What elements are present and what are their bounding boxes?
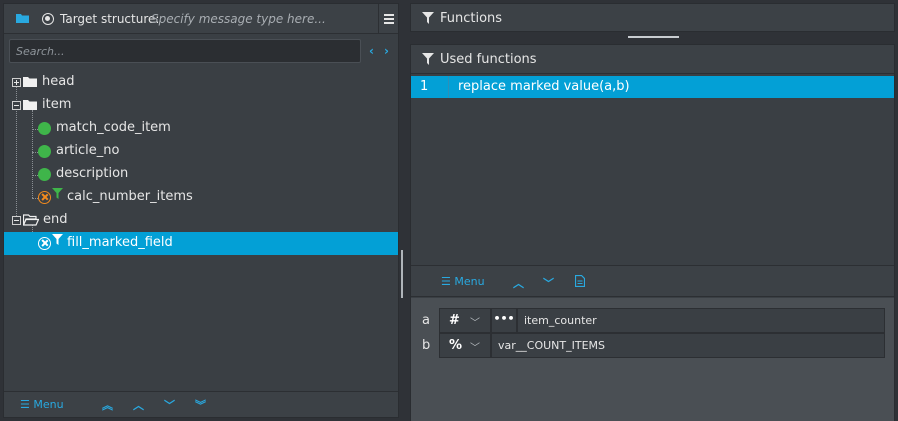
left-footer-toolbar: ☰ Menu ︽ ︿ ﹀ ︾ xyxy=(4,391,398,417)
target-structure-panel: Target structure: Specify message type h… xyxy=(3,3,399,418)
folder-icon xyxy=(23,77,37,87)
functions-header[interactable]: Functions xyxy=(410,3,895,32)
panel-splitter[interactable] xyxy=(401,250,403,298)
used-functions-panel: Used functions 1 replace marked value(a,… xyxy=(410,44,895,421)
function-funnel-icon xyxy=(52,234,63,245)
used-functions-header: Used functions xyxy=(411,45,894,74)
field-status-icon xyxy=(38,145,51,158)
move-down-icon[interactable]: ﹀ xyxy=(543,275,554,291)
folder-open-icon[interactable] xyxy=(16,13,30,24)
more-options-button[interactable]: ••• xyxy=(491,308,517,333)
next-result-icon[interactable]: › xyxy=(384,44,389,58)
function-parameters: a # ﹀ ••• item_counter b % ﹀ var__COUNT_… xyxy=(411,298,894,421)
function-funnel-icon xyxy=(52,188,63,199)
used-function-row[interactable]: 1 replace marked value(a,b) xyxy=(411,76,894,98)
parameter-type-select[interactable]: % ﹀ xyxy=(439,333,491,358)
tree-node-article-no[interactable]: article_no xyxy=(4,140,398,163)
right-menu-button[interactable]: ☰ Menu xyxy=(441,275,485,288)
tree-node-calc-number-items[interactable]: calc_number_items xyxy=(4,186,398,209)
message-type-input[interactable]: Specify message type here... xyxy=(151,12,326,26)
tree-node-description[interactable]: description xyxy=(4,163,398,186)
tab-indicator[interactable] xyxy=(628,36,679,38)
parameter-value-field[interactable]: var__COUNT_ITEMS xyxy=(491,333,885,358)
expand-icon[interactable] xyxy=(12,78,21,87)
tree-node-label: fill_marked_field xyxy=(67,235,173,250)
chevron-down-icon: ﹀ xyxy=(470,343,480,354)
move-top-icon[interactable]: ︽ xyxy=(102,397,113,413)
document-icon[interactable] xyxy=(575,275,585,287)
error-status-icon xyxy=(38,237,51,250)
parameter-name: b xyxy=(422,338,431,353)
search-input[interactable] xyxy=(9,39,361,63)
field-status-icon xyxy=(38,168,51,181)
right-menu-toolbar: ☰ Menu ︿ ﹀ xyxy=(411,265,894,297)
tree-node-end[interactable]: end xyxy=(4,209,398,232)
tree-node-label: description xyxy=(56,166,129,181)
parameter-value-field[interactable]: item_counter xyxy=(517,308,885,333)
structure-tree: head item match_code_item article_no des… xyxy=(4,68,398,388)
tree-node-label: head xyxy=(42,74,75,89)
percent-icon: % xyxy=(449,338,463,353)
tree-node-label: match_code_item xyxy=(56,120,171,135)
tree-node-head[interactable]: head xyxy=(4,71,398,94)
parameter-row-b: b % ﹀ var__COUNT_ITEMS xyxy=(411,333,894,358)
funnel-icon xyxy=(422,53,434,65)
tree-node-label: calc_number_items xyxy=(67,189,193,204)
functions-title: Functions xyxy=(440,11,503,26)
move-down-icon[interactable]: ﹀ xyxy=(164,397,175,413)
hash-icon: # xyxy=(449,313,460,328)
move-bottom-icon[interactable]: ︾ xyxy=(195,397,206,413)
target-structure-header: Target structure: Specify message type h… xyxy=(4,4,398,34)
chevron-down-icon: ﹀ xyxy=(470,318,480,329)
target-structure-label: Target structure: xyxy=(60,12,160,26)
move-up-icon[interactable]: ︿ xyxy=(513,275,524,291)
tree-node-fill-marked-field[interactable]: fill_marked_field xyxy=(4,232,398,255)
folder-icon xyxy=(23,100,37,110)
function-index: 1 xyxy=(420,79,429,94)
hamburger-menu-icon[interactable] xyxy=(378,4,398,34)
tree-node-label: item xyxy=(42,97,72,112)
parameter-type-select[interactable]: # ﹀ xyxy=(439,308,491,333)
move-up-icon[interactable]: ︿ xyxy=(133,397,144,413)
tree-node-match-code-item[interactable]: match_code_item xyxy=(4,117,398,140)
used-functions-title: Used functions xyxy=(440,52,537,67)
tree-node-item[interactable]: item xyxy=(4,94,398,117)
funnel-icon xyxy=(422,12,434,24)
tree-node-label: end xyxy=(43,212,68,227)
folder-open-icon xyxy=(23,214,39,226)
function-name: replace marked value(a,b) xyxy=(458,79,630,94)
search-row: ‹ › xyxy=(4,35,398,67)
parameter-name: a xyxy=(422,313,430,328)
target-radio-icon[interactable] xyxy=(42,13,54,25)
collapse-icon[interactable] xyxy=(12,101,21,110)
parameter-row-a: a # ﹀ ••• item_counter xyxy=(411,308,894,333)
column-divider xyxy=(448,76,449,98)
left-menu-button[interactable]: ☰ Menu xyxy=(20,398,64,411)
error-status-icon xyxy=(38,191,51,204)
prev-result-icon[interactable]: ‹ xyxy=(369,44,374,58)
field-status-icon xyxy=(38,122,51,135)
collapse-icon[interactable] xyxy=(12,216,21,225)
tree-node-label: article_no xyxy=(56,143,120,158)
